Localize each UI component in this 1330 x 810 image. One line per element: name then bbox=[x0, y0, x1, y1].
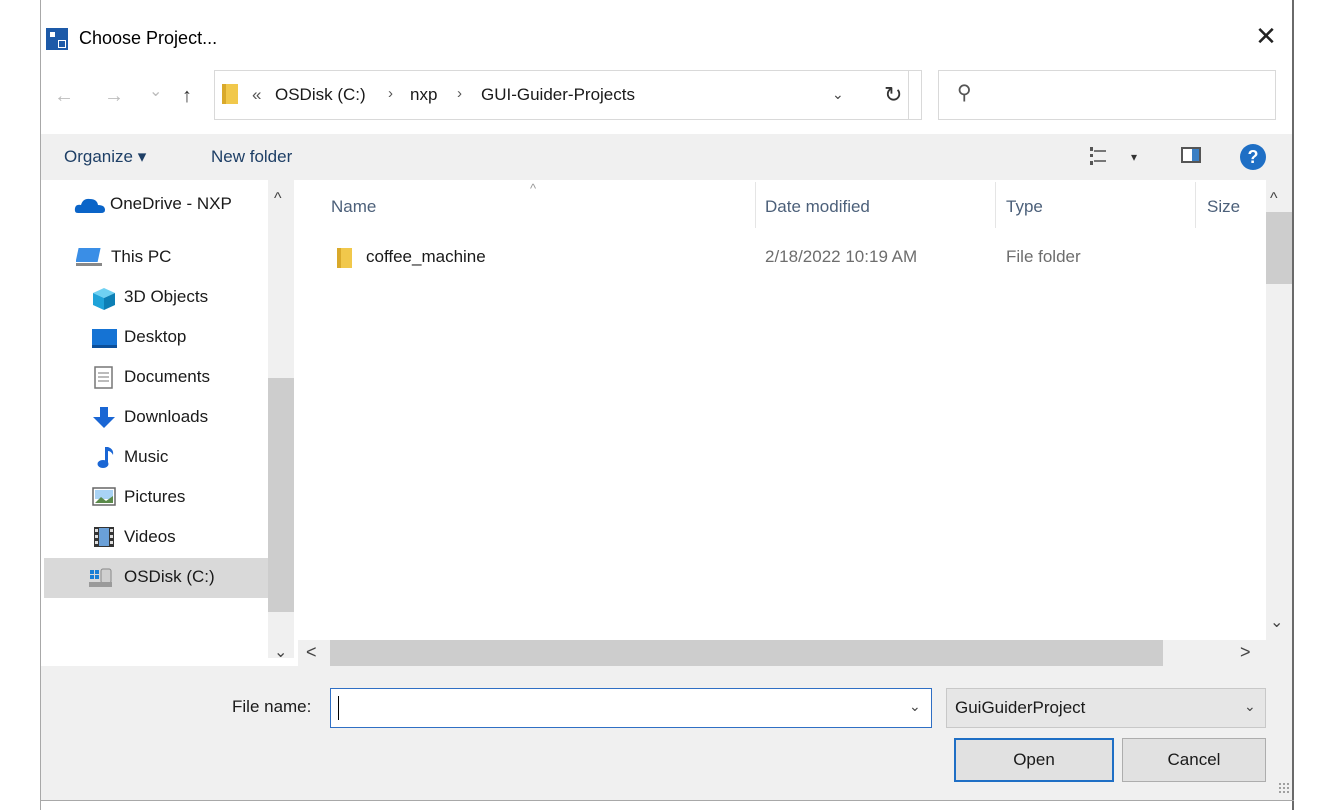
column-divider[interactable] bbox=[1195, 182, 1196, 228]
desktop-icon bbox=[92, 329, 117, 348]
preview-pane-icon[interactable] bbox=[1181, 147, 1201, 163]
search-input[interactable] bbox=[938, 70, 1276, 120]
sidebar-item-videos[interactable]: Videos bbox=[124, 527, 176, 547]
forward-arrow-icon[interactable]: → bbox=[104, 86, 124, 106]
file-name-label: File name: bbox=[232, 697, 312, 716]
app-icon bbox=[46, 28, 68, 50]
film-icon bbox=[94, 527, 114, 547]
file-row-name[interactable]: coffee_machine bbox=[366, 247, 486, 267]
scroll-down-icon[interactable]: ⌄ bbox=[1270, 612, 1283, 632]
file-row-type[interactable]: File folder bbox=[1006, 247, 1081, 267]
cube-icon bbox=[93, 288, 115, 310]
column-header-type[interactable]: Type bbox=[1006, 197, 1043, 217]
dialog-border-right bbox=[1292, 0, 1294, 810]
picture-icon bbox=[92, 487, 116, 506]
scroll-left-icon[interactable]: < bbox=[306, 642, 317, 663]
sidebar-item-desktop[interactable]: Desktop bbox=[124, 327, 186, 347]
computer-icon bbox=[76, 248, 102, 266]
file-type-value: GuiGuiderProject bbox=[955, 698, 1086, 717]
dialog-title: Choose Project... bbox=[79, 28, 218, 48]
column-header-date-modified[interactable]: Date modified bbox=[765, 197, 870, 217]
file-name-input[interactable] bbox=[330, 688, 932, 728]
nav-scrollbar-thumb[interactable] bbox=[268, 378, 294, 612]
drive-icon bbox=[89, 568, 112, 587]
back-arrow-icon[interactable]: ← bbox=[54, 86, 74, 106]
folder-icon bbox=[222, 84, 238, 104]
scroll-right-icon[interactable]: > bbox=[1240, 642, 1251, 663]
search-icon: ⚲ bbox=[957, 82, 972, 104]
sidebar-item-documents[interactable]: Documents bbox=[124, 367, 210, 387]
new-folder-button[interactable]: New folder bbox=[211, 147, 292, 167]
breadcrumb-overflow[interactable]: « bbox=[252, 85, 261, 105]
sidebar-item-pictures[interactable]: Pictures bbox=[124, 487, 185, 507]
chevron-down-icon[interactable]: ⌄ bbox=[1244, 698, 1256, 715]
text-cursor bbox=[338, 696, 339, 720]
document-icon bbox=[94, 366, 113, 389]
recent-locations-icon[interactable]: ⌄ bbox=[149, 82, 162, 102]
cloud-icon bbox=[74, 198, 105, 213]
download-icon bbox=[93, 407, 115, 428]
column-divider[interactable] bbox=[755, 182, 756, 228]
vertical-scrollbar-thumb[interactable] bbox=[1266, 212, 1292, 284]
column-header-size[interactable]: Size bbox=[1207, 197, 1240, 217]
dialog-border-bottom bbox=[40, 800, 1294, 801]
sidebar-item-music[interactable]: Music bbox=[124, 447, 168, 467]
close-icon[interactable]: ✕ bbox=[1252, 22, 1280, 50]
sidebar-item-3d-objects[interactable]: 3D Objects bbox=[124, 287, 208, 307]
breadcrumb-separator[interactable]: › bbox=[388, 85, 393, 102]
chevron-down-icon[interactable]: ⌄ bbox=[832, 86, 844, 103]
sidebar-item-osdisk[interactable]: OSDisk (C:) bbox=[124, 567, 215, 587]
breadcrumb-osdisk[interactable]: OSDisk (C:) bbox=[275, 85, 366, 105]
music-icon bbox=[97, 447, 114, 468]
sort-ascending-icon: ^ bbox=[530, 181, 537, 196]
breadcrumb-gui-guider-projects[interactable]: GUI-Guider-Projects bbox=[481, 85, 635, 105]
refresh-icon[interactable]: ↻ bbox=[884, 82, 902, 108]
view-caret-icon[interactable]: ▾ bbox=[1131, 150, 1137, 164]
breadcrumb-separator[interactable]: › bbox=[457, 85, 462, 102]
chevron-down-icon[interactable]: ⌄ bbox=[909, 698, 921, 715]
horizontal-scrollbar-thumb[interactable] bbox=[330, 640, 1163, 666]
cancel-button[interactable]: Cancel bbox=[1122, 738, 1266, 782]
help-icon[interactable]: ? bbox=[1240, 144, 1266, 170]
open-button[interactable]: Open bbox=[954, 738, 1114, 782]
breadcrumb-nxp[interactable]: nxp bbox=[410, 85, 437, 105]
column-header-name[interactable]: Name bbox=[331, 197, 376, 217]
sidebar-item-downloads[interactable]: Downloads bbox=[124, 407, 208, 427]
folder-icon bbox=[337, 248, 352, 268]
sidebar-item-onedrive[interactable]: OneDrive - NXP bbox=[110, 194, 232, 214]
nav-scroll-down-icon[interactable]: ⌄ bbox=[274, 642, 287, 662]
organize-button[interactable]: Organize ▾ bbox=[64, 147, 146, 167]
up-arrow-icon[interactable]: ↑ bbox=[182, 86, 192, 106]
sidebar-item-this-pc[interactable]: This PC bbox=[111, 247, 171, 267]
resize-grip-icon[interactable] bbox=[1278, 782, 1290, 794]
scroll-up-icon[interactable]: ^ bbox=[1270, 190, 1278, 208]
nav-scroll-up-icon[interactable]: ^ bbox=[274, 190, 282, 208]
column-divider[interactable] bbox=[995, 182, 996, 228]
view-lines-icon bbox=[1094, 150, 1106, 162]
file-row-date[interactable]: 2/18/2022 10:19 AM bbox=[765, 247, 917, 267]
